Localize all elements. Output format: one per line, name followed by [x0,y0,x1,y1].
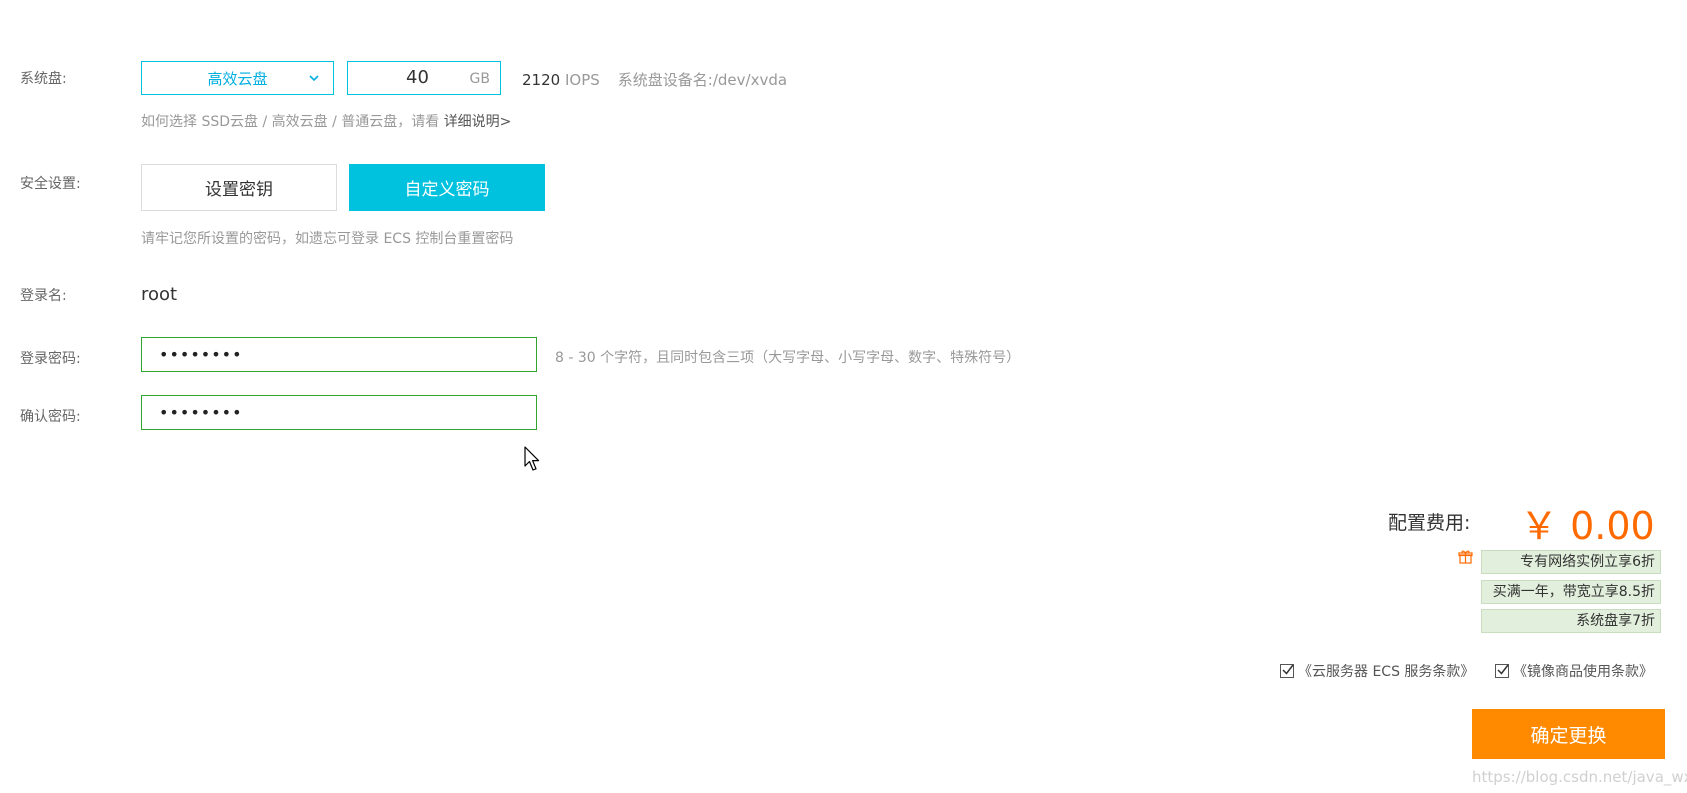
promo-vpc-discount: 专有网络实例立享6折 [1481,550,1661,574]
cost-value: ￥ 0.00 [1520,504,1655,548]
disk-type-select[interactable]: 高效云盘 [141,61,334,95]
iops-value: 2120 [522,71,561,89]
cost-label: 配置费用: [1388,512,1471,534]
disk-size-value: 40 [406,67,429,88]
disk-type-hint: 如何选择 SSD云盘 / 高效云盘 / 普通云盘，请看 详细说明> [141,111,511,131]
set-key-button[interactable]: 设置密钥 [141,164,337,211]
ecs-terms-label[interactable]: 《云服务器 ECS 服务条款》 [1298,661,1474,681]
device-name-value: /dev/xvda [712,71,788,89]
chevron-down-icon [309,75,319,82]
promo-disk-discount: 系统盘享7折 [1481,609,1661,633]
mouse-pointer-icon [524,446,540,471]
image-terms-checkbox[interactable]: 《镜像商品使用条款》 [1495,661,1653,681]
password-rule-hint: 8 - 30 个字符，且同时包含三项（大写字母、小写字母、数字、特殊符号） [555,350,1021,366]
confirm-password-field[interactable]: •••••••• [141,395,537,430]
login-password-label: 登录密码: [20,351,81,367]
disk-type-selected-value: 高效云盘 [207,69,268,88]
disk-size-input[interactable]: 40 GB [347,61,501,95]
watermark-text: https://blog.csdn.net/java_wxid [1472,768,1687,786]
checkbox-checked-icon [1495,664,1509,678]
system-disk-label: 系统盘: [20,71,67,87]
disk-type-hint-text: 如何选择 SSD云盘 / 高效云盘 / 普通云盘，请看 [141,114,444,130]
confirm-password-label: 确认密码: [20,409,81,425]
checkbox-checked-icon [1280,664,1294,678]
device-name-label: 系统盘设备名: [617,71,713,89]
promo-bandwidth-discount: 买满一年，带宽立享8.5折 [1481,580,1661,604]
security-label: 安全设置: [20,176,81,192]
disk-info-line: 2120 IOPS 系统盘设备名:/dev/xvda [522,69,787,90]
custom-password-button[interactable]: 自定义密码 [349,164,545,211]
confirm-change-button[interactable]: 确定更换 [1472,709,1665,759]
image-terms-label[interactable]: 《镜像商品使用条款》 [1513,661,1653,681]
disk-size-unit: GB [469,71,490,87]
gift-icon [1458,550,1473,564]
password-field[interactable]: •••••••• [141,337,537,372]
change-config-page: 系统盘: 高效云盘 40 GB 2120 IOPS 系统盘设备名:/dev/xvd… [0,0,1687,793]
security-hint: 请牢记您所设置的密码，如遗忘可登录 ECS 控制台重置密码 [141,231,514,247]
ecs-terms-checkbox[interactable]: 《云服务器 ECS 服务条款》 [1280,661,1474,681]
details-link[interactable]: 详细说明> [444,114,512,130]
login-name-value: root [141,284,178,305]
login-name-label: 登录名: [20,288,67,304]
iops-unit: IOPS [564,71,600,89]
